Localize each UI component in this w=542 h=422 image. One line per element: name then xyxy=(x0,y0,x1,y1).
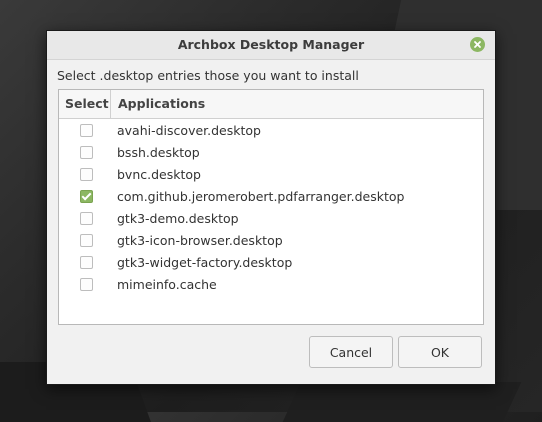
table-header: Select Applications xyxy=(59,90,483,119)
table-row[interactable]: avahi-discover.desktop xyxy=(59,119,483,141)
close-icon xyxy=(474,41,481,48)
application-name: gtk3-icon-browser.desktop xyxy=(117,232,283,248)
ok-button[interactable]: OK xyxy=(398,336,482,368)
select-checkbox[interactable] xyxy=(79,189,93,203)
select-cell xyxy=(59,189,117,203)
column-header-select[interactable]: Select xyxy=(59,90,111,118)
select-cell xyxy=(59,277,117,291)
title-bar[interactable]: Archbox Desktop Manager xyxy=(47,31,495,60)
select-cell xyxy=(59,145,117,159)
select-cell xyxy=(59,255,117,269)
table-row[interactable]: gtk3-icon-browser.desktop xyxy=(59,229,483,251)
select-checkbox[interactable] xyxy=(79,123,93,137)
table-row[interactable]: bssh.desktop xyxy=(59,141,483,163)
select-cell xyxy=(59,211,117,225)
application-name: gtk3-widget-factory.desktop xyxy=(117,254,293,270)
window-title: Archbox Desktop Manager xyxy=(177,37,365,52)
wallpaper-shape xyxy=(282,382,522,422)
dialog-window: Archbox Desktop Manager Select .desktop … xyxy=(46,30,496,385)
instruction-label: Select .desktop entries those you want t… xyxy=(57,68,359,83)
application-name: bvnc.desktop xyxy=(117,166,201,182)
select-cell xyxy=(59,123,117,137)
select-cell xyxy=(59,167,117,181)
select-checkbox[interactable] xyxy=(79,211,93,225)
table-row[interactable]: mimeinfo.cache xyxy=(59,273,483,295)
select-checkbox[interactable] xyxy=(79,277,93,291)
application-name: avahi-discover.desktop xyxy=(117,122,261,138)
table-row[interactable]: gtk3-widget-factory.desktop xyxy=(59,251,483,273)
select-checkbox[interactable] xyxy=(79,255,93,269)
application-name: gtk3-demo.desktop xyxy=(117,210,239,226)
close-button[interactable] xyxy=(470,37,485,52)
table-body: avahi-discover.desktop bssh.desktop bvnc.d… xyxy=(59,119,483,295)
application-name: mimeinfo.cache xyxy=(117,276,217,292)
table-row[interactable]: gtk3-demo.desktop xyxy=(59,207,483,229)
select-checkbox[interactable] xyxy=(79,233,93,247)
select-checkbox[interactable] xyxy=(79,145,93,159)
application-name: bssh.desktop xyxy=(117,144,200,160)
table-row[interactable]: bvnc.desktop xyxy=(59,163,483,185)
application-name: com.github.jeromerobert.pdfarranger.desk… xyxy=(117,188,405,204)
column-header-applications[interactable]: Applications xyxy=(111,90,205,118)
select-checkbox[interactable] xyxy=(79,167,93,181)
select-cell xyxy=(59,233,117,247)
table-row[interactable]: com.github.jeromerobert.pdfarranger.desk… xyxy=(59,185,483,207)
applications-table: Select Applications avahi-discover.deskt… xyxy=(58,89,484,325)
cancel-button[interactable]: Cancel xyxy=(309,336,393,368)
